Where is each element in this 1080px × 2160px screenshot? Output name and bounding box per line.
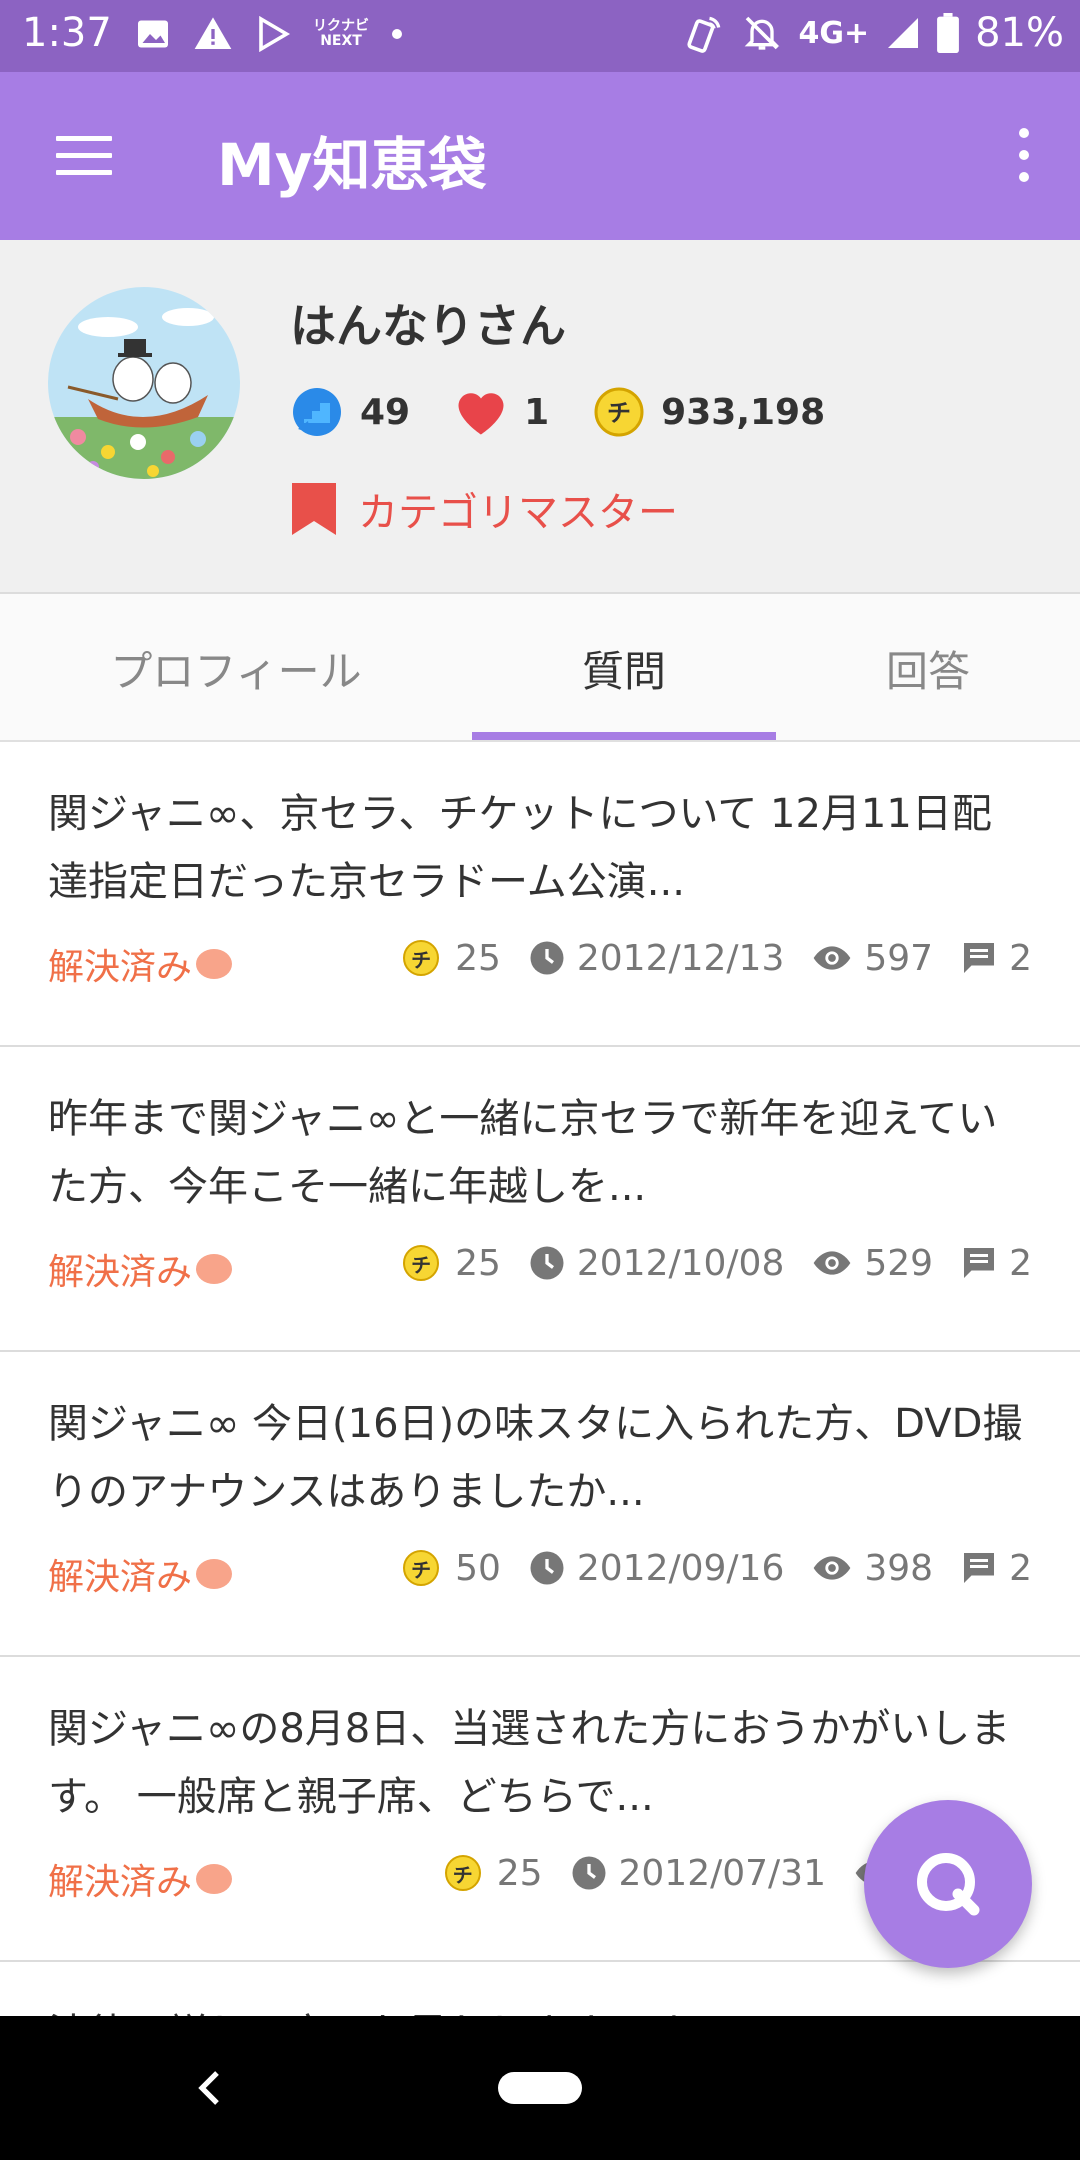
coin-icon: チ — [594, 387, 644, 437]
home-pill-button[interactable] — [498, 2072, 582, 2104]
play-store-icon — [259, 16, 291, 52]
active-tab-indicator — [472, 732, 776, 740]
post-date: 2012/12/13 — [529, 938, 784, 979]
speech-bubble-icon — [196, 1559, 233, 1589]
level-icon — [293, 388, 341, 436]
tab-bar: プロフィール 質問 回答 — [0, 594, 1080, 742]
coin-icon: チ — [403, 1245, 440, 1281]
coin-reward: チ 25 — [403, 938, 501, 979]
post-date: 2012/10/08 — [529, 1243, 784, 1284]
coin-icon: チ — [403, 1550, 440, 1586]
comment-icon — [964, 943, 995, 973]
question-meta: 解決済み チ 25 2012/10/08 529 2 — [48, 1237, 1032, 1294]
status-time: 1:37 — [22, 10, 112, 56]
post-date: 2012/09/16 — [529, 1548, 784, 1589]
system-nav-bar — [0, 2016, 1080, 2160]
alarm-off-icon — [745, 16, 780, 50]
nfc-icon — [687, 16, 721, 53]
eye-icon — [814, 1251, 851, 1275]
username: はんなりさん — [290, 299, 566, 353]
app-bar: My知恵袋 — [0, 72, 1080, 240]
answer-count: 2 — [961, 1243, 1032, 1284]
question-title: 昨年まで関ジャニ∞と一緒に京セラで新年を迎えていた方、今年こそ一緒に年越しを..… — [48, 1096, 998, 1210]
clock-icon — [530, 1246, 564, 1280]
notification-icons: リクナビ NEXT — [135, 14, 403, 54]
svg-text:チ: チ — [607, 399, 631, 427]
status-bar: 1:37 リクナビ NEXT 4G+ 81% — [0, 0, 1080, 72]
avatar[interactable] — [48, 287, 240, 479]
comment-icon — [964, 1553, 995, 1583]
question-meta: 解決済み チ 50 2012/09/16 398 2 — [48, 1542, 1032, 1599]
clock-icon — [530, 1551, 564, 1585]
tab-profile[interactable]: プロフィール — [0, 594, 472, 742]
battery-percent: 81% — [975, 10, 1064, 56]
status-badge: 解決済み — [48, 938, 233, 990]
post-date: 2012/07/31 — [571, 1853, 826, 1894]
level-value: 49 — [360, 391, 411, 433]
category-master-badge[interactable]: カテゴリマスター — [292, 480, 678, 538]
list-item[interactable]: 昨年まで関ジャニ∞と一緒に京セラで新年を迎えていた方、今年こそ一緒に年越しを..… — [0, 1047, 1080, 1352]
heart-icon — [458, 393, 504, 435]
answer-count: 2 — [961, 1548, 1032, 1589]
network-type: 4G+ — [798, 15, 870, 51]
question-title: 関ジャニ∞の8月8日、当選された方におうかがいします。 一般席と親子席、どちらで… — [48, 1706, 1011, 1820]
rikunabi-next-logo: リクナビ NEXT — [313, 18, 369, 49]
list-item[interactable]: 関ジャニ∞ 今日(16日)の味スタに入られた方、DVD撮りのアナウンスはありまし… — [0, 1352, 1080, 1657]
list-item[interactable]: 関ジャニ∞、京セラ、チケットについて 12月11日配達指定日だった京セラドーム公… — [0, 742, 1080, 1047]
view-count: 398 — [812, 1548, 933, 1589]
more-notifications-dot-icon — [392, 29, 402, 39]
hamburger-menu-icon[interactable] — [56, 136, 112, 176]
question-meta: 解決済み チ 25 2012/12/13 597 2 — [48, 932, 1032, 989]
coin-icon: チ — [444, 1855, 481, 1891]
likes-stat: 1 — [454, 387, 549, 437]
coin-reward: チ 25 — [444, 1853, 543, 1894]
status-badge: 解決済み — [48, 1853, 233, 1905]
level-stat: 49 — [290, 385, 410, 439]
coins-stat: チ 933,198 — [593, 386, 825, 438]
profile-header: はんなりさん 49 1 チ 933,198 カテゴリマスター — [0, 240, 1080, 594]
speech-bubble-icon — [196, 1254, 233, 1284]
search-question-icon — [917, 1853, 980, 1916]
coin-icon: チ — [403, 940, 440, 976]
speech-bubble-icon — [196, 949, 233, 979]
coin-reward: チ 50 — [403, 1548, 501, 1589]
eye-icon — [814, 946, 851, 970]
page-title: My知恵袋 — [217, 131, 487, 199]
answer-count: 2 — [961, 938, 1032, 979]
view-count: 597 — [812, 938, 933, 979]
profile-stats: 49 1 チ 933,198 — [290, 385, 869, 439]
system-icons: 4G+ 81% — [682, 10, 1064, 56]
more-options-icon[interactable] — [1008, 128, 1040, 184]
tab-questions[interactable]: 質問 — [472, 594, 776, 742]
question-title: 関ジャニ∞ 今日(16日)の味スタに入られた方、DVD撮りのアナウンスはありまし… — [48, 1401, 1023, 1515]
warning-icon — [194, 17, 232, 49]
eye-icon — [814, 1556, 851, 1580]
bookmark-icon — [292, 483, 336, 535]
clock-icon — [572, 1856, 605, 1890]
speech-bubble-icon — [196, 1864, 233, 1894]
category-label: カテゴリマスター — [358, 490, 678, 536]
battery-icon — [937, 13, 960, 53]
status-badge: 解決済み — [48, 1243, 233, 1295]
status-badge: 解決済み — [48, 1548, 233, 1600]
coin-reward: チ 25 — [403, 1243, 501, 1284]
coins-value: 933,198 — [661, 391, 826, 433]
tab-answers[interactable]: 回答 — [776, 594, 1080, 742]
question-title: 関ジャニ∞、京セラ、チケットについて 12月11日配達指定日だった京セラドーム公… — [48, 791, 992, 905]
view-count: 529 — [812, 1243, 933, 1284]
signal-icon — [888, 18, 919, 48]
ask-question-fab[interactable] — [864, 1800, 1032, 1968]
likes-value: 1 — [524, 391, 550, 433]
clock-icon — [530, 941, 564, 975]
back-icon[interactable] — [190, 2064, 226, 2112]
comment-icon — [964, 1248, 995, 1278]
image-notification-icon — [138, 20, 168, 48]
